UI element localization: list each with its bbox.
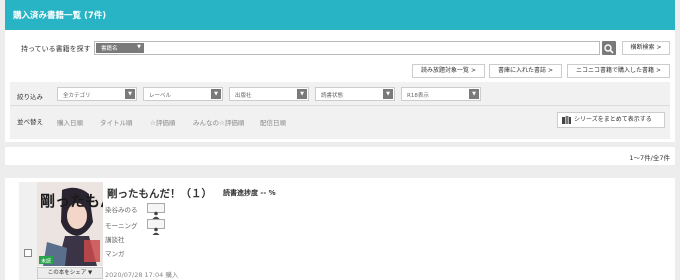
chevron-down-icon: ▼: [137, 44, 141, 50]
filter-divider: [10, 105, 670, 106]
label-select-value: レーベル: [149, 93, 172, 99]
filter-label: 絞り込み: [17, 93, 43, 101]
author-follow-button[interactable]: [147, 203, 165, 219]
label-select[interactable]: レーベル ▼: [143, 87, 223, 101]
reading-status-select-value: 読書状態: [321, 93, 344, 99]
unlimited-list-link[interactable]: 読み放題対象一覧 >: [412, 64, 485, 78]
advanced-search-button[interactable]: 横断検索 >: [622, 41, 670, 55]
sort-purchase-date[interactable]: 購入日順: [57, 117, 83, 127]
book-title[interactable]: 剛ったもんだ！（１）: [107, 186, 212, 201]
chevron-down-icon: ▼: [211, 89, 221, 99]
page-title: 購入済み書籍一覧 (7件): [13, 11, 107, 21]
cover-art: 未読 剛ったもんだ: [37, 182, 103, 266]
search-field-select[interactable]: 書籍名 ▼: [96, 43, 144, 53]
category-select[interactable]: 全カテゴリ ▼: [57, 87, 137, 101]
r18-select[interactable]: R18表示 ▼: [401, 87, 481, 101]
search-panel: 持っている書籍を探す 書籍名 ▼ 横断検索 > 読み放題対象一覧 > 書庫に入れ…: [5, 30, 675, 142]
search-button[interactable]: [602, 41, 616, 55]
niconico-books-link[interactable]: ニコニコ書籍で購入した書籍 >: [567, 64, 670, 78]
result-count: 1〜7件/全7件: [629, 154, 670, 162]
search-field-value: 書籍名: [101, 46, 118, 52]
publisher-select-value: 出版社: [235, 93, 252, 99]
reading-status-select[interactable]: 読書状態 ▼: [315, 87, 395, 101]
search-icon: [604, 44, 614, 54]
search-input[interactable]: 書籍名 ▼: [94, 41, 600, 55]
book-magazine[interactable]: モーニング: [105, 220, 138, 230]
person-icon: [152, 227, 160, 235]
person-icon: [152, 211, 160, 219]
r18-select-value: R18表示: [407, 93, 429, 99]
share-button[interactable]: この本をシェア ▼: [37, 267, 103, 279]
filter-area: 絞り込み 全カテゴリ ▼ レーベル ▼ 出版社 ▼ 読書状態 ▼ R18表示 ▼…: [10, 82, 670, 139]
book-list: 未読 剛ったもんだ この本をシェア ▼ 剛ったもんだ！（１） 読書進捗度 -- …: [5, 178, 675, 280]
page-header: 購入済み書籍一覧 (7件): [5, 0, 675, 30]
search-label: 持っている書籍を探す: [21, 45, 91, 53]
cover-title: 剛ったもんだ: [40, 192, 103, 210]
series-group-button[interactable]: シリーズをまとめて表示する: [557, 112, 665, 128]
unread-badge: 未読: [41, 258, 51, 265]
bookshelf-link[interactable]: 書庫に入れた書誌 >: [489, 64, 562, 78]
chevron-down-icon: ▼: [383, 89, 393, 99]
book-cover[interactable]: 未読 剛ったもんだ: [37, 182, 103, 266]
publisher-select[interactable]: 出版社 ▼: [229, 87, 309, 101]
select-column: [19, 182, 39, 280]
chevron-down-icon: ▼: [297, 89, 307, 99]
series-group-label: シリーズをまとめて表示する: [574, 116, 652, 123]
purchase-date: 2020/07/28 17:04 購入: [105, 271, 179, 279]
book-publisher: 講談社: [105, 236, 125, 244]
result-count-bar: 1〜7件/全7件: [5, 147, 675, 165]
sort-title[interactable]: タイトル順: [100, 117, 133, 127]
sort-everyone-rating[interactable]: みんなの☆評価順: [193, 117, 244, 127]
sort-label: 並べ替え: [17, 118, 43, 126]
book-author[interactable]: 染谷みのる: [105, 204, 138, 214]
books-icon: [562, 116, 571, 124]
chevron-down-icon: ▼: [125, 89, 135, 99]
sort-release-date[interactable]: 配信日順: [260, 117, 286, 127]
book-checkbox[interactable]: [24, 249, 32, 257]
book-category: マンガ: [105, 250, 125, 258]
reading-progress: 読書進捗度 -- %: [223, 189, 276, 197]
category-select-value: 全カテゴリ: [63, 93, 91, 99]
magazine-follow-button[interactable]: [147, 219, 165, 235]
chevron-down-icon: ▼: [469, 89, 479, 99]
sort-rating[interactable]: ☆評価順: [150, 117, 175, 127]
